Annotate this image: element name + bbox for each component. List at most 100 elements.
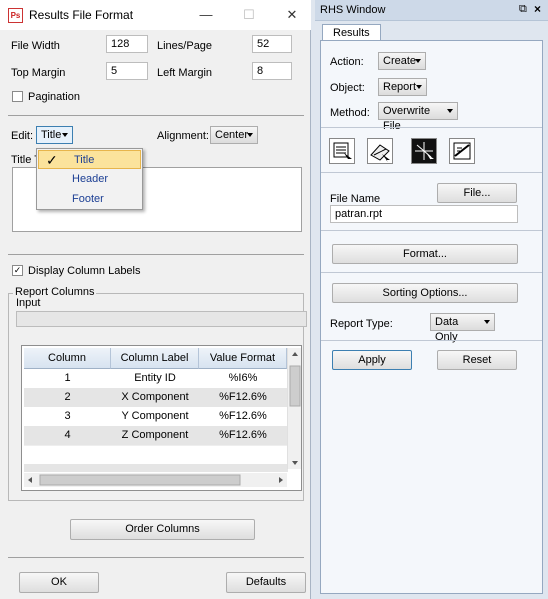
table-row[interactable]: 4 Z Component %F12.6% (24, 426, 288, 445)
scroll-up-icon (292, 352, 298, 356)
divider (321, 340, 542, 341)
restore-icon[interactable]: ⧉ (519, 3, 527, 16)
vertical-scrollbar[interactable] (287, 348, 301, 469)
action-dropdown[interactable]: Create (378, 52, 426, 70)
table-row[interactable]: 2 X Component %F12.6% (24, 388, 288, 407)
sorting-options-button[interactable]: Sorting Options... (332, 283, 518, 303)
divider (8, 115, 304, 116)
edit-dropdown-menu: ✓ Title Header Footer (36, 148, 143, 210)
app-icon: Ps (8, 8, 23, 23)
report-columns-table: Column Column Label Value Format 1 Entit… (21, 345, 302, 491)
select-results-icon[interactable] (329, 138, 355, 164)
lines-page-field[interactable]: 52 (252, 35, 292, 53)
table-cell: Entity ID (134, 372, 176, 384)
table-cell: Z Component (121, 429, 189, 441)
chevron-down-icon (415, 59, 421, 63)
scroll-thumb (39, 474, 241, 486)
minimize-button[interactable]: — (193, 5, 219, 25)
divider (8, 557, 304, 558)
table-cell: 3 (64, 410, 71, 422)
left-margin-field[interactable]: 8 (252, 62, 292, 80)
table-cell: Y Component (121, 410, 189, 422)
action-label: Action: (330, 56, 364, 68)
table-row[interactable]: 1 Entity ID %I6% (24, 369, 288, 388)
input-field (16, 311, 307, 327)
display-column-labels-label: Display Column Labels (28, 265, 141, 277)
display-attributes-icon[interactable] (411, 138, 437, 164)
scroll-down-icon (292, 461, 298, 465)
results-file-format-dialog: Ps Results File Format — ☐ ✕ File Width … (0, 0, 311, 599)
scroll-thumb (289, 365, 301, 407)
object-dropdown-value: Report (383, 81, 417, 93)
table-cell: 4 (64, 429, 71, 441)
column-label-header[interactable]: Column Label (111, 348, 199, 369)
left-margin-label: Left Margin (157, 67, 213, 79)
table-cell: 1 (64, 372, 71, 384)
scroll-left-icon (28, 477, 32, 483)
table-cell: %F12.6% (219, 429, 267, 441)
plot-options-graphic (453, 142, 471, 160)
report-type-dropdown[interactable]: Data Only (430, 313, 495, 343)
menu-item-label: Title (74, 154, 95, 166)
divider (321, 272, 542, 273)
chevron-down-icon (447, 109, 453, 113)
target-entities-graphic (370, 144, 390, 162)
ok-button[interactable]: OK (19, 572, 99, 593)
display-column-labels-checkbox[interactable]: ✓ (12, 265, 23, 276)
top-margin-field[interactable]: 5 (106, 62, 148, 80)
table-cell: X Component (121, 391, 189, 403)
lines-page-label: Lines/Page (157, 40, 213, 52)
scrollbar-graphic (289, 352, 301, 465)
edit-dropdown[interactable]: Title (36, 126, 73, 144)
maximize-button: ☐ (243, 7, 255, 22)
plot-options-icon[interactable] (449, 138, 475, 164)
close-icon[interactable]: × (534, 2, 541, 16)
display-attributes-graphic (415, 142, 434, 162)
edit-label: Edit: (11, 130, 34, 142)
horizontal-scrollbar[interactable] (24, 473, 287, 487)
scrollbar-graphic (28, 474, 283, 486)
report-type-dropdown-value: Data Only (435, 316, 459, 343)
scroll-right-icon (279, 477, 283, 483)
close-button[interactable]: ✕ (279, 5, 305, 25)
format-button[interactable]: Format... (332, 244, 518, 264)
table-row-empty (24, 445, 288, 464)
menu-item-footer[interactable]: Footer (37, 190, 142, 209)
column-header[interactable]: Column (24, 348, 111, 369)
table-cell: %F12.6% (219, 410, 267, 422)
object-label: Object: (330, 82, 365, 94)
reset-button[interactable]: Reset (437, 350, 517, 370)
chevron-down-icon (247, 133, 253, 137)
dialog-title-bar: Ps Results File Format — ☐ ✕ (0, 0, 311, 30)
rhs-title: RHS Window (320, 4, 386, 16)
pagination-checkbox[interactable] (12, 91, 23, 102)
check-icon: ✓ (46, 152, 58, 168)
file-button[interactable]: File... (437, 183, 517, 203)
chevron-down-icon (416, 85, 422, 89)
apply-button[interactable]: Apply (332, 350, 412, 370)
target-entities-icon[interactable] (367, 138, 393, 164)
order-columns-button[interactable]: Order Columns (70, 519, 255, 540)
table-cell: 2 (64, 391, 71, 403)
alignment-dropdown[interactable]: Center (210, 126, 258, 144)
divider (321, 127, 542, 128)
divider (321, 172, 542, 173)
object-dropdown[interactable]: Report (378, 78, 427, 96)
table-row[interactable]: 3 Y Component %F12.6% (24, 407, 288, 426)
file-name-field[interactable]: patran.rpt (330, 205, 518, 223)
menu-item-header[interactable]: Header (37, 170, 142, 189)
method-dropdown[interactable]: Overwrite File (378, 102, 458, 132)
pagination-label: Pagination (28, 91, 80, 103)
alignment-dropdown-value: Center (215, 129, 249, 141)
divider (8, 254, 304, 255)
menu-item-title[interactable]: ✓ Title (38, 150, 141, 169)
dialog-title: Results File Format (29, 8, 134, 22)
divider (321, 230, 542, 231)
defaults-button[interactable]: Defaults (226, 572, 306, 593)
table-cell: %F12.6% (219, 391, 267, 403)
input-label: Input (16, 297, 41, 309)
value-format-header[interactable]: Value Format (199, 348, 287, 369)
file-width-field[interactable]: 128 (106, 35, 148, 53)
file-name-label: File Name (330, 193, 381, 205)
table-row-empty (24, 464, 288, 472)
